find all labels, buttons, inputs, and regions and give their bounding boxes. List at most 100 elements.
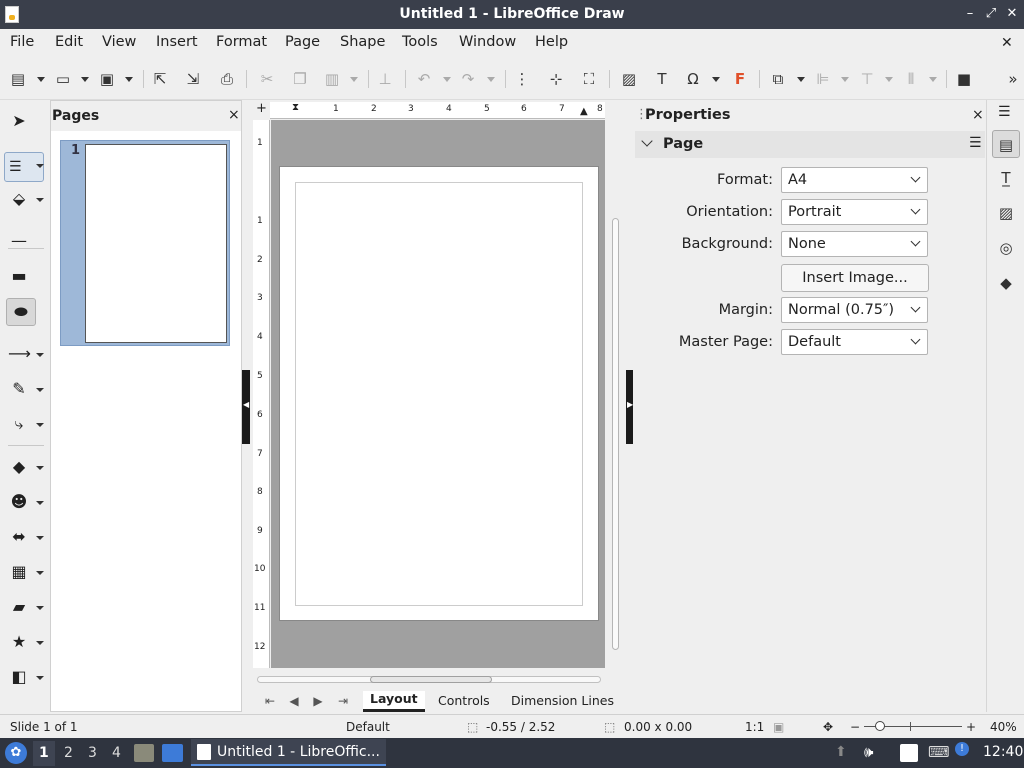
- print-icon[interactable]: ⎙: [217, 69, 237, 89]
- navigator-deck-icon[interactable]: ◎: [992, 234, 1020, 262]
- select-arrow-icon[interactable]: ➤: [8, 110, 30, 132]
- tab-controls[interactable]: Controls: [438, 693, 490, 708]
- orientation-select[interactable]: Portrait: [781, 199, 928, 225]
- fill-color-icon[interactable]: ⬙: [8, 188, 30, 210]
- file-manager-icon[interactable]: [134, 744, 154, 762]
- zoom-slider-knob[interactable]: [875, 721, 886, 731]
- rectangle-icon[interactable]: ▬: [8, 265, 30, 287]
- lines-arrows-dropdown-icon[interactable]: [36, 353, 44, 357]
- overflow-icon[interactable]: »: [1006, 69, 1020, 89]
- transformations-dropdown-icon[interactable]: [797, 77, 805, 82]
- workspace-4[interactable]: 4: [112, 745, 121, 761]
- fill-color-dropdown-icon[interactable]: [36, 198, 44, 202]
- left-indent-marker-icon[interactable]: ⧗: [292, 102, 299, 113]
- export-pdf-icon[interactable]: ⇲: [183, 69, 203, 89]
- arrange-dropdown-icon[interactable]: [885, 77, 893, 82]
- shapes-deck-icon[interactable]: ◆: [992, 269, 1020, 297]
- arrange-icon[interactable]: ⊤: [857, 69, 877, 89]
- vertical-scrollbar[interactable]: [609, 100, 623, 668]
- last-tab-icon[interactable]: ⇥: [335, 692, 351, 710]
- open-icon[interactable]: ▭: [53, 69, 73, 89]
- notification-icon[interactable]: !: [955, 742, 969, 756]
- paste-dropdown-icon[interactable]: [350, 77, 358, 82]
- right-indent-marker-icon[interactable]: ▲: [580, 106, 588, 117]
- line-icon[interactable]: —: [8, 230, 30, 252]
- fit-page-icon[interactable]: ✥: [823, 720, 833, 734]
- flowchart-icon[interactable]: ▦: [8, 561, 30, 583]
- callouts-icon[interactable]: ▰: [8, 596, 30, 618]
- menu-view[interactable]: View: [102, 34, 136, 50]
- block-arrows-dropdown-icon[interactable]: [36, 536, 44, 540]
- previous-tab-icon[interactable]: ◀: [286, 692, 302, 710]
- zoom-in-button[interactable]: +: [966, 720, 976, 734]
- 3d-objects-icon[interactable]: ◧: [8, 666, 30, 688]
- close-document-button[interactable]: ✕: [1001, 35, 1013, 51]
- zoom-percentage[interactable]: 40%: [990, 720, 1017, 734]
- curve-dropdown-icon[interactable]: [36, 388, 44, 392]
- transformations-icon[interactable]: ⧉: [768, 69, 788, 89]
- properties-deck-icon[interactable]: ▤: [992, 130, 1020, 158]
- menu-file[interactable]: File: [10, 34, 34, 50]
- horizontal-ruler[interactable]: ⧗ ▲ 1 2 3 4 5 6 7 8: [270, 102, 605, 119]
- 3d-objects-dropdown-icon[interactable]: [36, 676, 44, 680]
- first-tab-icon[interactable]: ⇤: [262, 692, 278, 710]
- menu-format[interactable]: Format: [216, 34, 267, 50]
- special-character-icon[interactable]: Ω: [683, 69, 703, 89]
- basic-shapes-dropdown-icon[interactable]: [36, 466, 44, 470]
- sidebar-settings-menu-icon[interactable]: ☰: [998, 104, 1011, 120]
- vertical-ruler[interactable]: 1 1 2 3 4 5 6 7 8 9 10 11 12: [253, 120, 270, 668]
- cut-icon[interactable]: ✂: [257, 69, 277, 89]
- horizontal-scrollbar-thumb[interactable]: [370, 676, 492, 683]
- tab-layout[interactable]: Layout: [363, 691, 425, 712]
- save-icon[interactable]: ▣: [97, 69, 117, 89]
- curve-icon[interactable]: ✎: [8, 378, 30, 400]
- flowchart-dropdown-icon[interactable]: [36, 571, 44, 575]
- image-icon[interactable]: ▨: [619, 69, 639, 89]
- shadow-icon[interactable]: ■: [954, 69, 974, 89]
- new-dropdown-icon[interactable]: [37, 77, 45, 82]
- distribute-dropdown-icon[interactable]: [929, 77, 937, 82]
- redo-icon[interactable]: ↷: [458, 69, 478, 89]
- undo-dropdown-icon[interactable]: [443, 77, 451, 82]
- document-modified-icon[interactable]: ▣: [773, 720, 784, 734]
- new-icon[interactable]: ▤: [8, 69, 28, 89]
- background-select[interactable]: None: [781, 231, 928, 257]
- horizontal-scrollbar[interactable]: [252, 672, 608, 686]
- minimize-button[interactable]: –: [962, 5, 978, 23]
- stars-dropdown-icon[interactable]: [36, 641, 44, 645]
- maximize-button[interactable]: ⤢: [983, 5, 999, 23]
- special-character-dropdown-icon[interactable]: [712, 77, 720, 82]
- pages-pane-close-button[interactable]: ×: [228, 107, 240, 123]
- workspace-3[interactable]: 3: [88, 745, 97, 761]
- tab-dimension-lines[interactable]: Dimension Lines: [511, 693, 614, 708]
- redo-dropdown-icon[interactable]: [487, 77, 495, 82]
- helplines-icon[interactable]: ⊹: [546, 69, 566, 89]
- paste-icon[interactable]: ▥: [322, 69, 342, 89]
- textbox-icon[interactable]: T: [652, 69, 672, 89]
- workspace-1[interactable]: 1: [39, 745, 49, 761]
- stars-icon[interactable]: ★: [8, 631, 30, 653]
- menu-page[interactable]: Page: [285, 34, 320, 50]
- taskbar-task-libreoffice[interactable]: Untitled 1 - LibreOffic...: [191, 739, 386, 766]
- lines-arrows-icon[interactable]: ⟶: [8, 343, 31, 365]
- vertical-scrollbar-thumb[interactable]: [612, 218, 619, 650]
- sidebar-close-button[interactable]: ×: [972, 107, 984, 123]
- collapse-chevron-icon[interactable]: [641, 135, 653, 147]
- distribute-icon[interactable]: ⫴: [901, 69, 921, 89]
- menu-insert[interactable]: Insert: [156, 34, 198, 50]
- section-menu-icon[interactable]: ☰: [969, 135, 982, 151]
- insert-image-button[interactable]: Insert Image...: [781, 264, 929, 292]
- desktop-icon[interactable]: [162, 744, 183, 762]
- format-select[interactable]: A4: [781, 167, 928, 193]
- undo-icon[interactable]: ↶: [414, 69, 434, 89]
- workspace-2[interactable]: 2: [64, 745, 73, 761]
- callouts-dropdown-icon[interactable]: [36, 606, 44, 610]
- export-icon[interactable]: ⇱: [150, 69, 170, 89]
- close-window-button[interactable]: ✕: [1004, 5, 1020, 23]
- menu-shape[interactable]: Shape: [340, 34, 385, 50]
- gallery-deck-icon[interactable]: ▨: [992, 199, 1020, 227]
- save-dropdown-icon[interactable]: [125, 77, 133, 82]
- tray-upload-icon[interactable]: ⬆: [835, 744, 847, 760]
- network-icon[interactable]: ⌨: [928, 743, 950, 761]
- next-tab-icon[interactable]: ▶: [310, 692, 326, 710]
